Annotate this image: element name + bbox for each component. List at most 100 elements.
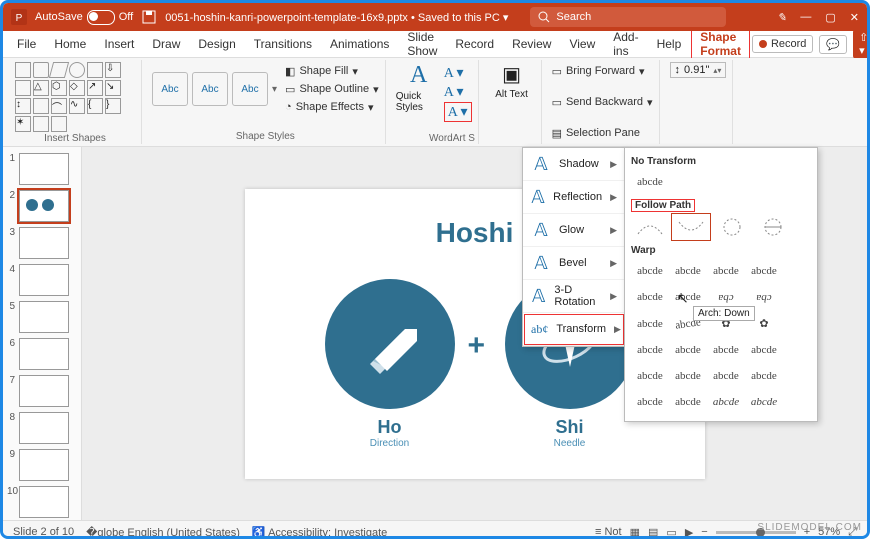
opt-warp[interactable]: abcde	[631, 337, 669, 363]
send-backward-button[interactable]: ▭Send Backward ▾	[552, 93, 653, 111]
opt-warp[interactable]: abcde	[745, 258, 783, 284]
opt-arch-up[interactable]	[631, 214, 669, 240]
thumb-7[interactable]: 7	[7, 375, 77, 407]
opt-button[interactable]	[754, 214, 792, 240]
opt-warp[interactable]: abcde	[745, 337, 783, 363]
opt-warp[interactable]: abcde	[669, 258, 707, 284]
tab-animations[interactable]: Animations	[322, 33, 397, 55]
menu-transform[interactable]: ab¢Transform▶	[523, 313, 625, 346]
opt-warp[interactable]: abcde	[707, 389, 745, 415]
autosave-label: AutoSave	[35, 11, 83, 23]
selection-icon: ▤	[552, 127, 562, 140]
thumb-2[interactable]: 2	[7, 190, 77, 222]
tab-addins[interactable]: Add-ins	[605, 26, 646, 62]
minimize-button[interactable]: —	[800, 11, 811, 23]
record-button[interactable]: Record	[752, 35, 813, 53]
opt-warp[interactable]: abcde	[669, 363, 707, 389]
section-follow-path: Follow Path	[631, 199, 811, 212]
language-indicator[interactable]: �globe English (United States)	[86, 526, 240, 539]
thumb-3[interactable]: 3	[7, 227, 77, 259]
watermark: SLIDEMODEL.COM	[757, 522, 862, 533]
opt-warp[interactable]: abcde	[669, 389, 707, 415]
ribbon: ⇩ △⬡◇↗↘↕ ⌒∿{}✶ Insert Shapes Abc Abc Abc…	[3, 58, 867, 147]
opt-warp[interactable]: abcde	[669, 337, 707, 363]
selection-pane-button[interactable]: ▤Selection Pane	[552, 124, 653, 142]
close-button[interactable]: ✕	[850, 11, 859, 24]
slide-canvas-area: Hoshi + HoDirection ShiNeedle 𝔸Shadow▶ 𝔸…	[82, 147, 867, 520]
gallery-more-icon[interactable]: ▾	[272, 84, 277, 95]
text-outline-button[interactable]: A ▾	[444, 83, 472, 101]
opt-warp[interactable]: abcde	[707, 258, 745, 284]
notes-button[interactable]: ≡ Not	[595, 526, 622, 538]
pen-icon[interactable]: ✎	[777, 11, 786, 24]
zoom-out-button[interactable]: −	[701, 526, 707, 538]
opt-circle[interactable]	[713, 214, 751, 240]
thumb-8[interactable]: 8	[7, 412, 77, 444]
tab-help[interactable]: Help	[649, 33, 690, 55]
document-title[interactable]: 0051-hoshin-kanri-powerpoint-template-16…	[165, 11, 508, 24]
thumb-4[interactable]: 4	[7, 264, 77, 296]
accessibility-button[interactable]: ♿ Accessibility: Investigate	[252, 526, 387, 539]
opt-no-transform[interactable]: abcde	[631, 169, 669, 195]
shape-outline-button[interactable]: ▭Shape Outline ▾	[285, 80, 379, 98]
slide-thumbnails[interactable]: 1 2 3 4 5 6 7 8 9 10	[3, 147, 82, 520]
opt-warp[interactable]: abcde	[631, 258, 669, 284]
rotation-icon: 𝔸	[531, 286, 546, 307]
slide-indicator[interactable]: Slide 2 of 10	[13, 526, 74, 538]
shape-fill-button[interactable]: ◧Shape Fill ▾	[285, 62, 379, 80]
thumb-10[interactable]: 10	[7, 486, 77, 518]
thumb-9[interactable]: 9	[7, 449, 77, 481]
opt-warp[interactable]: abcde	[707, 363, 745, 389]
tooltip-arch-down: Arch: Down	[693, 306, 755, 321]
view-slideshow-button[interactable]: ▶	[685, 526, 693, 539]
tab-home[interactable]: Home	[46, 33, 94, 55]
autosave-toggle[interactable]: AutoSave Off	[35, 10, 133, 25]
alt-text-button[interactable]: ▣Alt Text	[489, 62, 535, 100]
text-fill-button[interactable]: A ▾	[444, 64, 472, 82]
tab-review[interactable]: Review	[504, 33, 559, 55]
comments-button[interactable]: 💬	[819, 35, 847, 54]
tab-file[interactable]: File	[9, 33, 44, 55]
shape-effects-button[interactable]: ◔Shape Effects ▾	[285, 98, 379, 116]
shapes-gallery[interactable]: ⇩ △⬡◇↗↘↕ ⌒∿{}✶	[15, 62, 135, 132]
thumb-5[interactable]: 5	[7, 301, 77, 333]
shape-height-input[interactable]: ↕0.91"▴▾	[670, 62, 727, 78]
menu-glow[interactable]: 𝔸Glow▶	[523, 214, 625, 247]
view-normal-button[interactable]: ▦	[630, 526, 640, 539]
shape-styles-gallery[interactable]: Abc Abc Abc ▾	[152, 62, 277, 116]
share-button[interactable]: ⇧ ▾	[853, 29, 870, 59]
tab-draw[interactable]: Draw	[144, 33, 188, 55]
save-icon[interactable]	[141, 9, 157, 25]
quick-styles-button[interactable]: AQuick Styles	[396, 62, 442, 113]
thumb-6[interactable]: 6	[7, 338, 77, 370]
menu-3d-rotation[interactable]: 𝔸3-D Rotation▶	[523, 280, 625, 313]
tab-slideshow[interactable]: Slide Show	[399, 26, 445, 62]
tab-record[interactable]: Record	[447, 33, 502, 55]
opt-warp[interactable]: abcde	[745, 389, 783, 415]
opt-warp[interactable]: abcde	[631, 363, 669, 389]
opt-warp[interactable]: abcde	[631, 311, 669, 337]
opt-warp[interactable]: abcde	[631, 284, 669, 310]
tab-insert[interactable]: Insert	[96, 33, 142, 55]
tab-transitions[interactable]: Transitions	[246, 33, 320, 55]
powerpoint-window: P AutoSave Off 0051-hoshin-kanri-powerpo…	[0, 0, 870, 539]
opt-warp[interactable]: abcde	[631, 389, 669, 415]
view-sorter-button[interactable]: ▤	[648, 526, 658, 539]
view-reading-button[interactable]: ▭	[666, 526, 676, 539]
bring-forward-button[interactable]: ▭Bring Forward ▾	[552, 62, 653, 80]
thumb-1[interactable]: 1	[7, 153, 77, 185]
tab-design[interactable]: Design	[190, 33, 243, 55]
opt-arch-down[interactable]	[672, 214, 710, 240]
maximize-button[interactable]: ▢	[825, 11, 835, 24]
menu-reflection[interactable]: 𝔸Reflection▶	[523, 181, 625, 214]
text-effects-button[interactable]: A ▾	[444, 102, 472, 122]
search-placeholder: Search	[556, 11, 591, 23]
opt-warp[interactable]: abcde	[707, 337, 745, 363]
chevron-right-icon: ▶	[610, 258, 617, 269]
tab-view[interactable]: View	[561, 33, 603, 55]
menu-bevel[interactable]: 𝔸Bevel▶	[523, 247, 625, 280]
autosave-state: Off	[119, 11, 133, 23]
opt-warp[interactable]: abcde	[745, 363, 783, 389]
search-box[interactable]: Search	[530, 7, 726, 27]
menu-shadow[interactable]: 𝔸Shadow▶	[523, 148, 625, 181]
